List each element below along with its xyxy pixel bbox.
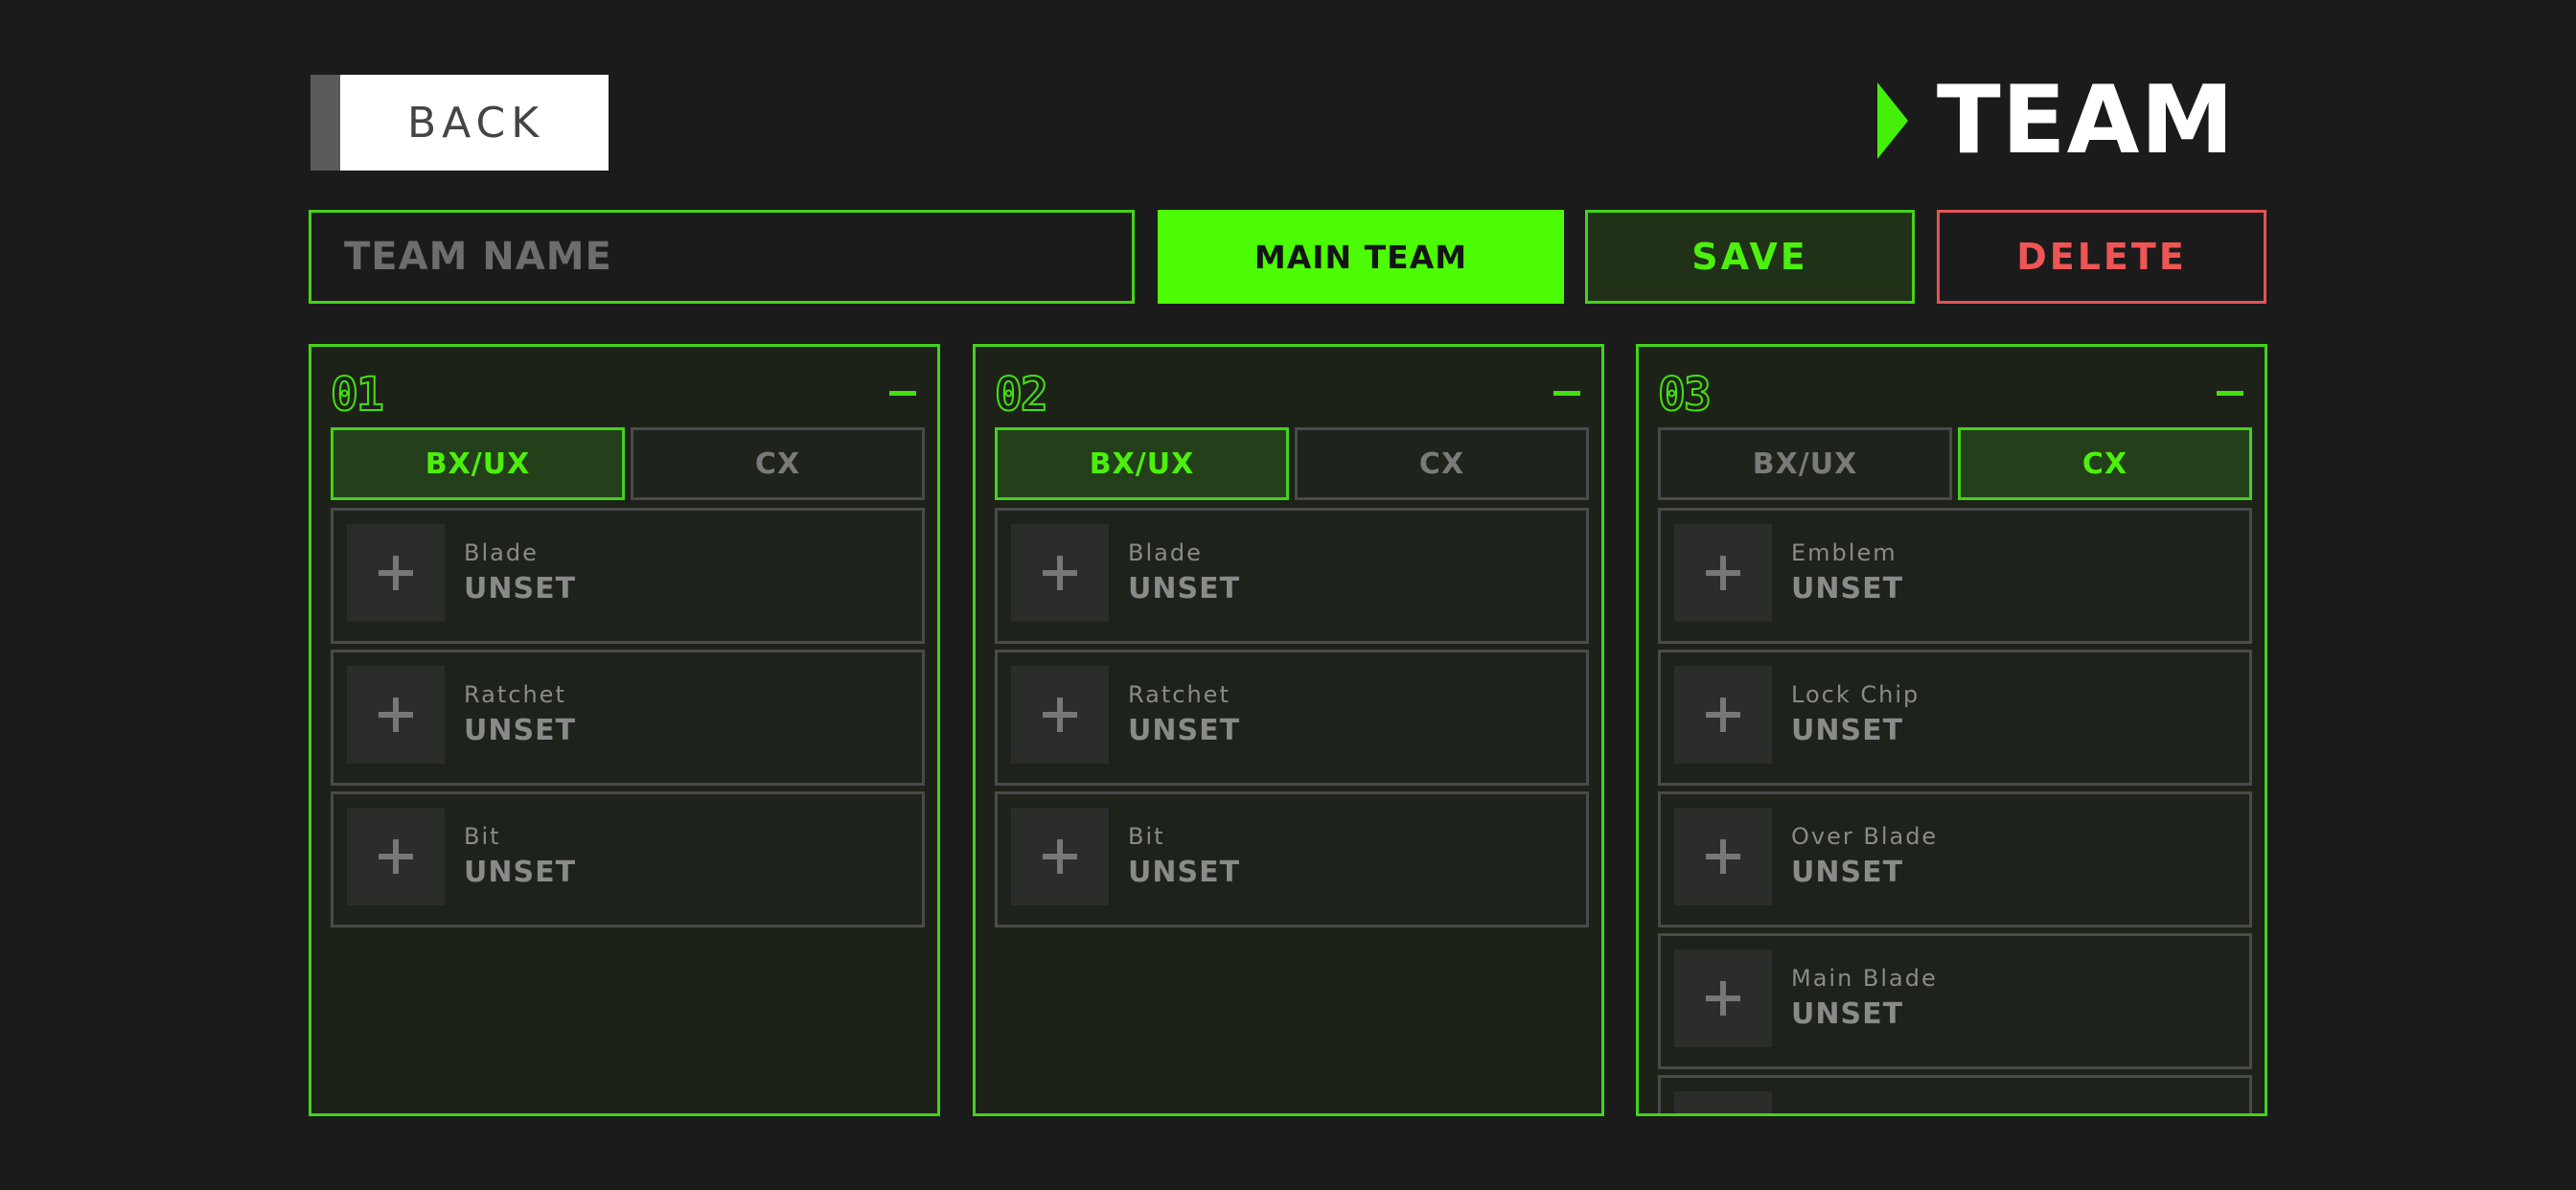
- part-type-label: Ratchet: [1128, 681, 1230, 708]
- part-value: UNSET: [464, 856, 577, 889]
- part-type-label: Blade: [464, 539, 539, 566]
- part-value: UNSET: [1128, 856, 1241, 889]
- part-type-label: Bit: [1128, 823, 1165, 850]
- slot-number: 02: [994, 367, 1049, 423]
- add-part-button[interactable]: [347, 808, 445, 905]
- slot-number: 01: [330, 367, 385, 423]
- part-value: UNSET: [1128, 714, 1241, 747]
- add-part-button[interactable]: [1674, 808, 1772, 905]
- add-part-button[interactable]: [1011, 808, 1109, 905]
- tab-bx-ux[interactable]: BX/UX: [1658, 427, 1952, 500]
- team-slot-1: 01 BX/UX CX Blade UNSET Ratchet UNSET Bi…: [309, 344, 940, 1116]
- collapse-minus-icon[interactable]: [2217, 391, 2243, 396]
- delete-button[interactable]: DELETE: [1937, 210, 2266, 304]
- add-part-button[interactable]: [1674, 524, 1772, 622]
- part-slot-main-blade[interactable]: Main Blade UNSET: [1658, 933, 2252, 1069]
- tab-bx-ux[interactable]: BX/UX: [995, 427, 1289, 500]
- add-part-button[interactable]: [1011, 666, 1109, 764]
- part-slot-ratchet[interactable]: Ratchet UNSET: [331, 650, 925, 786]
- tab-bx-ux[interactable]: BX/UX: [331, 427, 625, 500]
- part-slot-blade[interactable]: Blade UNSET: [995, 508, 1589, 644]
- tab-cx[interactable]: CX: [1295, 427, 1589, 500]
- add-part-button[interactable]: [347, 666, 445, 764]
- part-slot-bit[interactable]: Bit UNSET: [331, 791, 925, 927]
- part-slot-over-blade[interactable]: Over Blade UNSET: [1658, 791, 2252, 927]
- plus-icon: [1043, 839, 1077, 874]
- part-type-label: Over Blade: [1791, 823, 1939, 850]
- tab-cx[interactable]: CX: [1958, 427, 2252, 500]
- part-type-label: Emblem: [1791, 539, 1898, 566]
- part-value: UNSET: [1128, 572, 1241, 606]
- part-slot-blade[interactable]: Blade UNSET: [331, 508, 925, 644]
- part-type-label: Ratchet: [464, 681, 566, 708]
- collapse-minus-icon[interactable]: [1553, 391, 1580, 396]
- page-title-group: TEAM: [1876, 66, 2235, 175]
- plus-icon: [1706, 698, 1740, 732]
- slot-type-tabs: BX/UX CX: [995, 427, 1589, 500]
- back-button[interactable]: BACK: [310, 75, 609, 171]
- plus-icon: [379, 556, 413, 590]
- part-type-label: Blade: [1128, 539, 1203, 566]
- page-title: TEAM: [1936, 66, 2235, 175]
- add-part-button[interactable]: [347, 524, 445, 622]
- collapse-minus-icon[interactable]: [889, 391, 916, 396]
- slot-number: 03: [1657, 367, 1713, 423]
- part-value: UNSET: [464, 714, 577, 747]
- plus-icon: [1706, 556, 1740, 590]
- plus-icon: [379, 698, 413, 732]
- team-name-input[interactable]: [309, 210, 1135, 304]
- part-type-label: Main Blade: [1791, 965, 1938, 992]
- add-part-button[interactable]: [1011, 524, 1109, 622]
- part-slot-overflow[interactable]: [1658, 1075, 2252, 1113]
- team-slot-3: 03 BX/UX CX Emblem UNSET Lock Chip UNSET…: [1636, 344, 2267, 1116]
- add-part-button[interactable]: [1674, 666, 1772, 764]
- slot-type-tabs: BX/UX CX: [331, 427, 925, 500]
- plus-icon: [1043, 698, 1077, 732]
- plus-icon: [379, 839, 413, 874]
- team-slot-2: 02 BX/UX CX Blade UNSET Ratchet UNSET Bi…: [973, 344, 1604, 1116]
- plus-icon: [1706, 839, 1740, 874]
- save-button[interactable]: SAVE: [1585, 210, 1915, 304]
- plus-icon: [1043, 556, 1077, 590]
- add-part-button[interactable]: [1674, 950, 1772, 1047]
- tab-cx[interactable]: CX: [631, 427, 925, 500]
- part-slot-bit[interactable]: Bit UNSET: [995, 791, 1589, 927]
- part-slot-lock-chip[interactable]: Lock Chip UNSET: [1658, 650, 2252, 786]
- part-type-label: Lock Chip: [1791, 681, 1920, 708]
- main-team-button[interactable]: MAIN TEAM: [1158, 210, 1564, 304]
- slot-type-tabs: BX/UX CX: [1658, 427, 2252, 500]
- plus-icon: [1706, 981, 1740, 1016]
- part-type-label: Bit: [464, 823, 501, 850]
- part-slot-ratchet[interactable]: Ratchet UNSET: [995, 650, 1589, 786]
- part-value: UNSET: [1791, 714, 1904, 747]
- part-value: UNSET: [1791, 572, 1904, 606]
- back-button-accent-bar: [310, 75, 340, 171]
- back-button-label: BACK: [407, 98, 545, 148]
- part-value: UNSET: [464, 572, 577, 606]
- part-value: UNSET: [1791, 997, 1904, 1031]
- play-arrow-icon: [1876, 82, 1908, 159]
- add-part-button[interactable]: [1674, 1091, 1772, 1113]
- part-value: UNSET: [1791, 856, 1904, 889]
- part-slot-emblem[interactable]: Emblem UNSET: [1658, 508, 2252, 644]
